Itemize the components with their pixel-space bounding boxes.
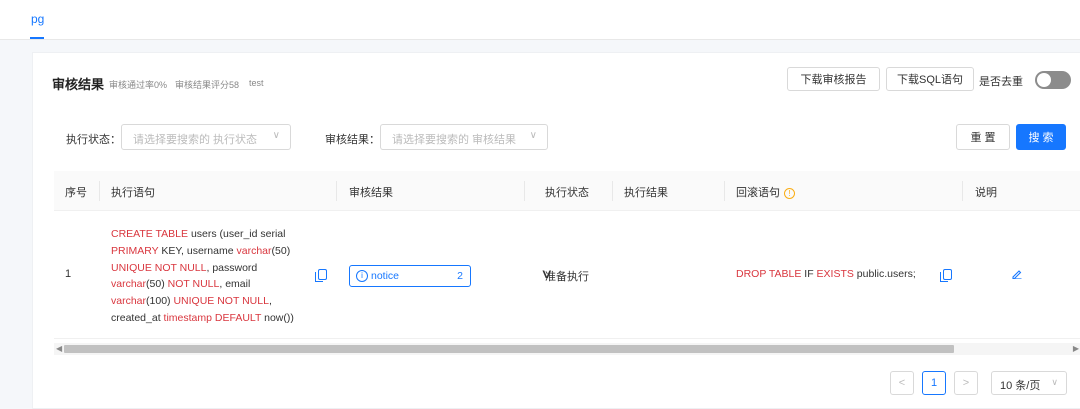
card-title: 审核结果: [52, 77, 105, 92]
sql-keyword: PRIMARY: [111, 244, 159, 257]
sql-keyword: NOT NULL: [167, 278, 220, 291]
edit-icon[interactable]: [1012, 269, 1022, 279]
copy-icon[interactable]: [315, 269, 327, 282]
column-separator: [724, 181, 725, 201]
col-audit-result: 审核结果: [349, 187, 393, 199]
audit-level: notice: [371, 270, 400, 282]
sql-line: PRIMARY KEY, username varchar(50): [111, 243, 311, 260]
sql-text: public.users;: [853, 268, 916, 280]
reset-button[interactable]: 重 置: [956, 124, 1010, 150]
exec-status-placeholder: 请选择要搜索的 执行状态: [133, 134, 258, 146]
exec-status-select[interactable]: 请选择要搜索的 执行状态 ∨: [121, 124, 291, 150]
column-separator: [612, 181, 613, 201]
next-page-button[interactable]: >: [954, 371, 978, 395]
scroll-right-icon[interactable]: ▶: [1073, 344, 1079, 353]
audit-result-badge[interactable]: i notice 2: [349, 265, 471, 287]
dedupe-label: 是否去重: [979, 76, 1023, 88]
switch-knob: [1037, 73, 1051, 87]
sql-line: CREATE TABLE users (user_id serial: [111, 226, 311, 243]
page-size-value: 10 条/页: [1000, 380, 1041, 392]
sql-keyword: varchar: [236, 244, 272, 257]
rollback-statement: DROP TABLE IF EXISTS public.users;: [736, 268, 916, 280]
chevron-down-icon: ∨: [1051, 377, 1058, 387]
sql-text: now()): [261, 311, 294, 324]
sql-keyword: DROP TABLE: [736, 268, 802, 280]
horizontal-scrollbar[interactable]: ◀ ▶: [54, 343, 1080, 355]
sql-text: (50): [146, 278, 168, 291]
col-exec-result: 执行结果: [624, 187, 668, 199]
table-row: 1 CREATE TABLE users (user_id serial PRIM…: [54, 211, 1080, 339]
scrollbar-thumb[interactable]: [64, 345, 954, 353]
scroll-left-icon[interactable]: ◀: [56, 344, 62, 353]
dedupe-switch[interactable]: [1035, 71, 1071, 89]
sql-text: (100): [146, 295, 174, 308]
page-size-select[interactable]: 10 条/页 ∨: [991, 371, 1067, 395]
sql-text: (50): [271, 244, 291, 257]
sql-text: created_at: [111, 311, 164, 324]
sql-keyword: varchar: [111, 278, 147, 291]
download-sql-button[interactable]: 下载SQL语句: [886, 67, 974, 91]
audit-result-panel: 审核结果 审核通过率0% 审核结果评分58 test 下载审核报告 下载SQL语…: [32, 52, 1080, 409]
row-index: 1: [65, 268, 72, 280]
column-separator: [524, 181, 525, 201]
sql-keyword: timestamp DEFAULT: [163, 311, 262, 324]
info-circle-icon: i: [356, 270, 368, 282]
audit-result-placeholder: 请选择要搜索的 审核结果: [392, 134, 517, 146]
audit-result-select[interactable]: 请选择要搜索的 审核结果 ∨: [380, 124, 548, 150]
sql-text: , email: [219, 278, 251, 291]
chevron-down-icon: ∨: [529, 130, 537, 141]
pass-rate: 审核通过率0%: [109, 80, 168, 90]
sql-line: varchar(100) UNIQUE NOT NULL,: [111, 293, 311, 310]
col-sql: 执行语句: [111, 187, 155, 199]
sql-keyword: CREATE TABLE: [111, 228, 189, 240]
audit-score: 审核结果评分58: [175, 80, 240, 90]
tab-ink-bar: [30, 37, 44, 39]
exec-status: 准备执行: [545, 271, 589, 283]
info-circle-icon[interactable]: !: [784, 187, 795, 199]
prev-page-button[interactable]: <: [890, 371, 914, 395]
download-report-button[interactable]: 下载审核报告: [787, 67, 880, 91]
page: pg 审核结果 审核通过率0% 审核结果评分58 test 下载审核报告 下载S…: [0, 0, 1080, 409]
sql-text: ,: [268, 295, 272, 308]
col-remark: 说明: [975, 187, 997, 199]
sql-text: IF: [801, 268, 817, 280]
col-rollback-label: 回滚语句: [736, 187, 780, 199]
sql-keyword: EXISTS: [816, 268, 854, 280]
sql-line: created_at timestamp DEFAULT now()): [111, 310, 311, 327]
sql-text: , password: [206, 261, 258, 274]
db-name: test: [249, 78, 264, 88]
tab-bar: pg: [0, 0, 1080, 40]
audit-count: 2: [457, 270, 463, 282]
sql-keyword: UNIQUE NOT NULL: [111, 261, 207, 274]
sql-statement: CREATE TABLE users (user_id serial PRIMAR…: [111, 226, 311, 327]
copy-icon[interactable]: [940, 269, 952, 282]
tab-pg[interactable]: pg: [31, 12, 44, 26]
search-button[interactable]: 搜 索: [1016, 124, 1066, 150]
page-1-button[interactable]: 1: [922, 371, 946, 395]
audit-result-label: 审核结果：: [325, 134, 380, 146]
column-separator: [99, 181, 100, 201]
sql-keyword: UNIQUE NOT NULL: [173, 295, 269, 308]
sql-text: KEY, username: [158, 244, 237, 257]
col-rollback: 回滚语句!: [736, 184, 795, 200]
col-exec-status: 执行状态: [545, 187, 589, 199]
exec-status-label: 执行状态：: [66, 134, 121, 146]
col-index: 序号: [65, 187, 87, 199]
column-separator: [962, 181, 963, 201]
sql-line: varchar(50) NOT NULL, email: [111, 276, 311, 293]
sql-text: users (user_id serial: [188, 228, 286, 240]
chevron-down-icon: ∨: [272, 130, 280, 141]
sql-line: UNIQUE NOT NULL, password: [111, 260, 311, 277]
sql-keyword: varchar: [111, 295, 147, 308]
table-header: 序号 执行语句 审核结果 执行状态 执行结果 回滚语句! 说明: [54, 171, 1080, 211]
column-separator: [336, 181, 337, 201]
